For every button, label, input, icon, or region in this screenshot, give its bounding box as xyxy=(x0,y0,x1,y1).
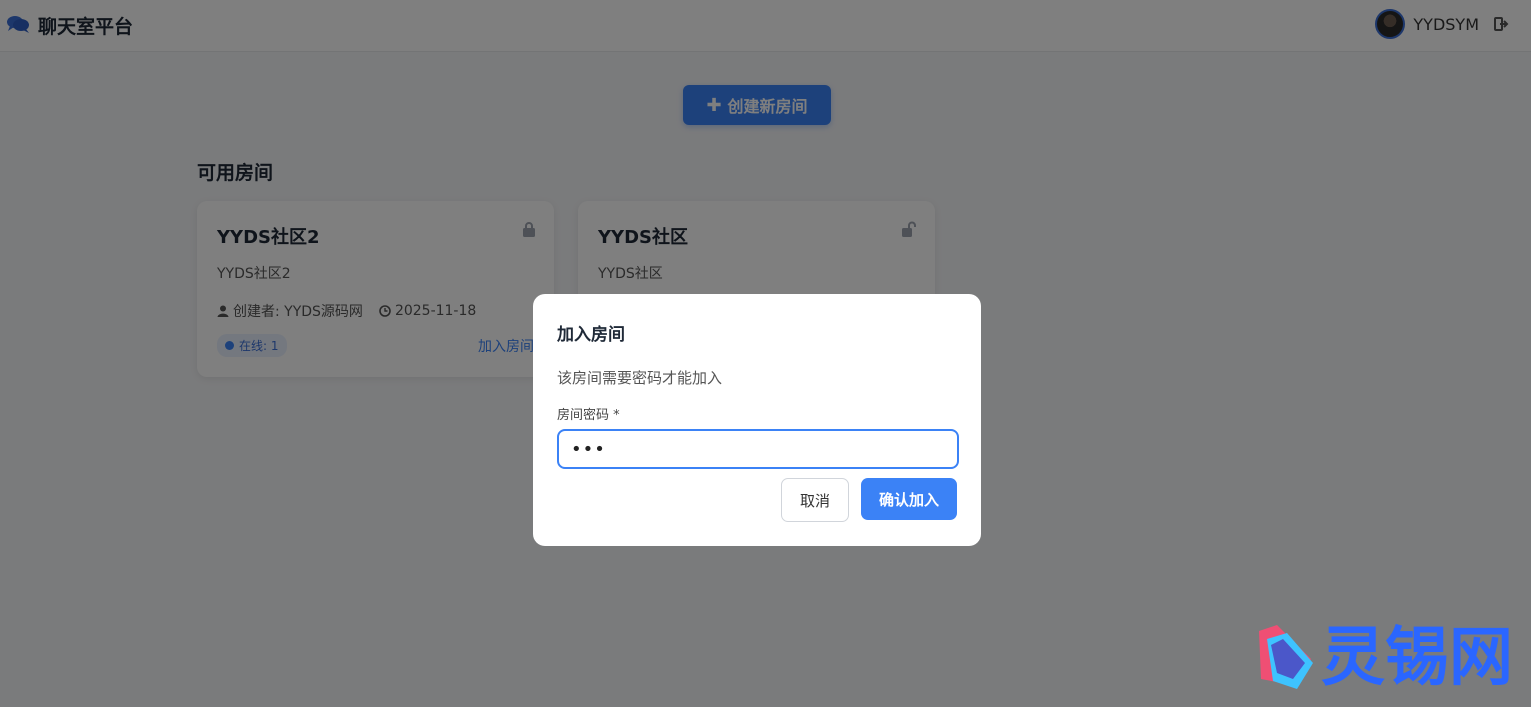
join-room-dialog: 加入房间 该房间需要密码才能加入 房间密码 * ••• 取消 确认加入 xyxy=(533,294,981,546)
watermark-logo-icon xyxy=(1259,625,1313,689)
confirm-join-button[interactable]: 确认加入 xyxy=(861,478,957,520)
dialog-title: 加入房间 xyxy=(557,325,625,345)
password-label: 房间密码 * xyxy=(557,408,620,423)
watermark-text: 灵锡网 xyxy=(1321,621,1513,695)
cancel-button[interactable]: 取消 xyxy=(781,478,849,522)
password-input[interactable]: ••• xyxy=(557,429,959,469)
watermark: 灵锡网 xyxy=(1253,623,1513,693)
dialog-message: 该房间需要密码才能加入 xyxy=(557,369,723,387)
